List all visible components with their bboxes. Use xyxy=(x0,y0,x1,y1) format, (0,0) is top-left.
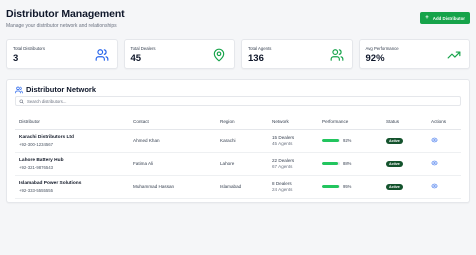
distributor-cell: Karachi Distributors Ltd +92-300-1234567 xyxy=(19,135,74,147)
distributor-phone: +92-300-1234567 xyxy=(19,142,54,147)
page-header: Distributor Management Manage your distr… xyxy=(6,8,470,32)
stat-card-total-distributors: Total Distributors 3 xyxy=(6,39,118,69)
distributor-cell: Lahore Battery Hub +92-321-9876543 xyxy=(19,158,64,170)
contact-cell: Fatima Ali xyxy=(133,161,154,166)
network-cell: 22 Dealers 67 Agents xyxy=(272,158,294,169)
performance-bar xyxy=(322,185,340,188)
region-cell: Lahore xyxy=(220,161,235,166)
users-icon xyxy=(330,49,343,61)
status-badge: Active xyxy=(386,183,403,190)
network-title: Distributor Network xyxy=(15,85,96,94)
trending-up-icon xyxy=(447,51,461,59)
contact-cell: Ahmed Khan xyxy=(133,138,160,143)
eye-icon[interactable] xyxy=(431,137,438,143)
plus-icon: + xyxy=(425,15,429,21)
distributor-name: Lahore Battery Hub xyxy=(19,158,64,163)
stat-card-avg-performance: Avg Performance 92% xyxy=(358,39,470,69)
network-cell: 8 Dealers 24 Agents xyxy=(272,181,292,192)
performance-bar-fill xyxy=(322,185,340,188)
page-subtitle: Manage your distributor network and rela… xyxy=(6,23,117,29)
column-header-status: Status xyxy=(386,119,400,124)
column-header-actions: Actions xyxy=(431,119,447,124)
dealers-count: 22 Dealers xyxy=(272,158,295,163)
table-row[interactable]: Islamabad Power Solutions +92-333-555555… xyxy=(15,176,461,199)
status-badge: Active xyxy=(386,137,403,144)
distributor-phone: +92-333-5555555 xyxy=(19,188,54,193)
column-header-region: Region xyxy=(220,119,235,124)
eye-icon[interactable] xyxy=(431,160,438,166)
performance-bar-fill xyxy=(322,162,338,165)
performance-cell: 92% xyxy=(322,138,351,143)
distributor-network-card: Distributor Network Distributor Contact … xyxy=(6,79,470,203)
performance-value: 95% xyxy=(343,184,352,189)
performance-bar xyxy=(322,139,340,142)
distributor-cell: Islamabad Power Solutions +92-333-555555… xyxy=(19,181,81,193)
users-icon xyxy=(95,49,108,61)
column-header-performance: Performance xyxy=(322,119,349,124)
network-title-text: Distributor Network xyxy=(26,85,97,94)
performance-value: 92% xyxy=(343,138,352,143)
eye-icon[interactable] xyxy=(431,183,438,189)
search-input[interactable] xyxy=(27,98,227,104)
status-badge: Active xyxy=(386,160,403,167)
performance-bar-fill xyxy=(322,139,339,142)
region-cell: Karachi xyxy=(220,138,236,143)
distributor-name: Karachi Distributors Ltd xyxy=(19,135,74,140)
stats-row: Total Distributors 3 Total Dealers 45 To… xyxy=(6,39,470,69)
table-header: Distributor Contact Region Network Perfo… xyxy=(15,116,461,130)
table-row[interactable]: Lahore Battery Hub +92-321-9876543 Fatim… xyxy=(15,153,461,176)
distributor-phone: +92-321-9876543 xyxy=(19,165,54,170)
agents-count: 67 Agents xyxy=(272,164,293,169)
column-header-distributor: Distributor xyxy=(19,119,40,124)
add-distributor-button[interactable]: + Add Distributor xyxy=(420,12,470,24)
performance-value: 88% xyxy=(343,161,352,166)
agents-count: 45 Agents xyxy=(272,141,293,146)
users-icon xyxy=(15,86,23,93)
network-cell: 15 Dealers 45 Agents xyxy=(272,135,294,146)
distributor-management-page: Distributor Management Manage your distr… xyxy=(0,0,476,255)
performance-cell: 95% xyxy=(322,184,351,189)
column-header-network: Network xyxy=(272,119,289,124)
column-header-contact: Contact xyxy=(133,119,149,124)
search-icon xyxy=(19,99,24,104)
add-distributor-label: Add Distributor xyxy=(432,15,465,21)
distributor-name: Islamabad Power Solutions xyxy=(19,181,82,186)
dealers-count: 15 Dealers xyxy=(272,135,295,140)
stat-card-total-agents: Total Agents 136 xyxy=(241,39,353,69)
page-title: Distributor Management xyxy=(6,8,125,20)
contact-cell: Muhammad Hassan xyxy=(133,184,175,189)
performance-cell: 88% xyxy=(322,161,351,166)
search-box[interactable] xyxy=(15,96,461,106)
performance-bar xyxy=(322,162,340,165)
region-cell: Islamabad xyxy=(220,184,242,189)
stat-card-total-dealers: Total Dealers 45 xyxy=(123,39,235,69)
agents-count: 24 Agents xyxy=(272,187,293,192)
table-row[interactable]: Karachi Distributors Ltd +92-300-1234567… xyxy=(15,130,461,153)
dealers-count: 8 Dealers xyxy=(272,181,292,186)
map-pin-icon xyxy=(213,48,225,62)
